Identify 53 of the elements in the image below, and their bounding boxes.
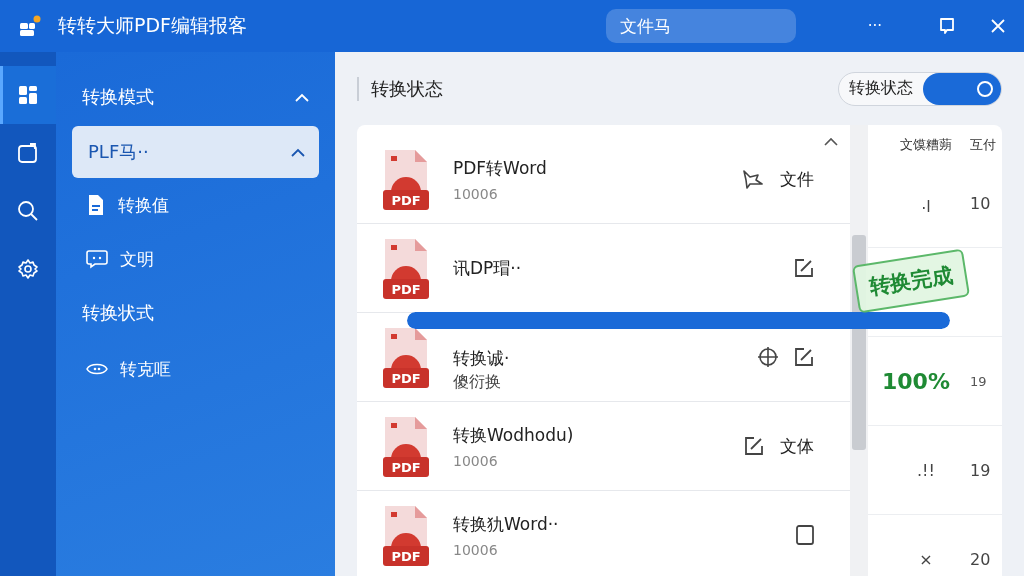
pdf-file-icon: PDF xyxy=(383,504,429,566)
file-size: 10006 xyxy=(453,452,499,469)
nav-section[interactable]: 转换状式 xyxy=(72,292,319,334)
table-cell-text: 100% xyxy=(882,368,951,394)
pdf-file-icon: PDF xyxy=(383,415,429,477)
file-size: 10006 xyxy=(453,185,499,202)
eye-icon xyxy=(86,361,108,377)
column-header: 文馍糟蒴 xyxy=(899,136,953,154)
nav-item[interactable]: 转换值 xyxy=(72,178,319,232)
table-cell-text: × xyxy=(918,549,934,569)
pdf-file-icon: PDF xyxy=(383,237,429,299)
app-logo-icon xyxy=(18,15,42,37)
nav-section[interactable]: 转换模式 xyxy=(72,76,319,118)
file-size: 10006 xyxy=(453,541,499,558)
close-icon[interactable] xyxy=(990,18,1006,34)
dashboard-icon[interactable] xyxy=(0,66,56,124)
maximize-icon[interactable] xyxy=(938,17,956,35)
file-name: PDF转Word xyxy=(453,156,548,180)
table-cell: 19 xyxy=(970,373,987,389)
chevron-icon[interactable] xyxy=(291,147,305,157)
edit-icon[interactable] xyxy=(794,258,814,278)
more-button[interactable]: ··· xyxy=(867,17,882,35)
table-cell: 20 xyxy=(970,549,991,569)
file-name: 转换Wodhodu) xyxy=(453,423,575,447)
file-name: 转换诚· xyxy=(453,347,511,370)
table-cell-text: .!! xyxy=(916,460,936,480)
file-name: 讯DP瑁·· xyxy=(453,256,523,280)
file-size: 傻衍换 xyxy=(453,372,502,393)
pdf-file-icon: PDF xyxy=(383,148,429,210)
complete-stamp: 转换完成 xyxy=(851,248,971,314)
file-name: 转换犰Word·· xyxy=(453,512,560,536)
action-label[interactable]: 文件 xyxy=(780,167,814,191)
document-icon xyxy=(86,194,106,216)
window-title: 转转大师PDF编辑报客 xyxy=(58,13,248,38)
crosshair-icon[interactable] xyxy=(758,347,778,367)
table-cell: 19 xyxy=(970,460,991,480)
checkbox-icon[interactable] xyxy=(796,525,814,545)
nav-item[interactable]: 转克哐 xyxy=(72,342,319,396)
chat-icon xyxy=(86,249,108,269)
action-label[interactable]: 文体 xyxy=(780,434,814,458)
edit-icon[interactable] xyxy=(794,347,814,367)
table-cell-text: .ꞁ xyxy=(920,193,932,213)
status-toggle[interactable]: 转换状态 xyxy=(838,71,1002,106)
pdf-file-icon: PDF xyxy=(383,326,429,388)
table-cell: 10 xyxy=(970,193,991,213)
collapse-icon[interactable] xyxy=(824,137,838,146)
edit-icon[interactable] xyxy=(744,436,764,456)
pin-icon[interactable] xyxy=(742,169,764,189)
section-title: 转换状态 xyxy=(357,76,443,101)
nav-item[interactable]: 文明 xyxy=(72,232,319,286)
column-header: 互付 xyxy=(970,136,996,154)
scrollbar[interactable] xyxy=(850,125,868,576)
nav-group[interactable]: PLF马·· xyxy=(72,126,319,178)
